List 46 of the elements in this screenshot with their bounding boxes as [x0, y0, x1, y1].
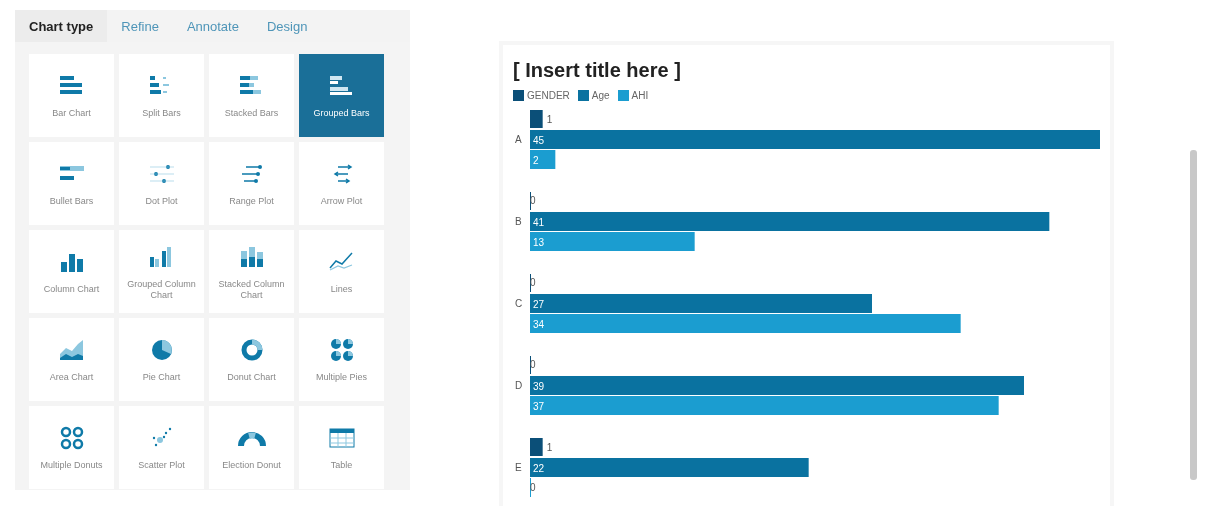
- legend-label: Age: [591, 90, 610, 101]
- value-label: 0: [530, 195, 536, 206]
- legend-label: GENDER: [527, 90, 570, 101]
- chart-type-tile[interactable]: Donut Chart: [209, 318, 294, 401]
- chart-type-tile[interactable]: Split Bars: [119, 54, 204, 137]
- value-label: 22: [533, 462, 545, 474]
- value-label: 1: [546, 114, 553, 125]
- category-label: E: [515, 462, 522, 473]
- chart-type-tile[interactable]: Area Chart: [29, 318, 114, 401]
- chart-type-tile[interactable]: Arrow Plot: [299, 142, 384, 225]
- chart-type-tile[interactable]: Multiple Pies: [299, 318, 384, 401]
- scrollbar[interactable]: [1190, 150, 1197, 480]
- value-label: 27: [533, 298, 545, 310]
- chart-type-tile[interactable]: Grouped Bars: [299, 54, 384, 137]
- chart-type-tile[interactable]: Table: [299, 406, 384, 489]
- legend-label: AHI: [631, 90, 649, 101]
- category-label: B: [515, 216, 522, 227]
- chart-type-tile[interactable]: Bullet Bars: [29, 142, 114, 225]
- value-label: 1: [546, 442, 553, 453]
- value-label: 2: [533, 154, 539, 166]
- chart-type-tile[interactable]: Stacked Bars: [209, 54, 294, 137]
- chart-title: [ Insert title here ]: [513, 59, 682, 82]
- value-label: 45: [533, 134, 545, 146]
- value-label: 34: [533, 318, 545, 330]
- value-label: 0: [530, 277, 536, 288]
- category-label: A: [515, 134, 522, 145]
- chart-type-tile[interactable]: Multiple Donuts: [29, 406, 114, 489]
- value-label: 13: [533, 236, 545, 248]
- value-label: 39: [533, 380, 545, 392]
- chart-type-tile[interactable]: Scatter Plot: [119, 406, 204, 489]
- value-label: 0: [530, 482, 536, 493]
- tab[interactable]: Chart type: [15, 10, 108, 42]
- chart-type-tile[interactable]: Pie Chart: [119, 318, 204, 401]
- value-label: 41: [533, 216, 545, 228]
- category-label: D: [515, 380, 523, 391]
- value-label: 37: [533, 400, 545, 412]
- chart-type-tile[interactable]: Bar Chart: [29, 54, 114, 137]
- chart-type-tile[interactable]: Dot Plot: [119, 142, 204, 225]
- value-label: 0: [530, 359, 536, 370]
- chart-type-tile[interactable]: Column Chart: [29, 230, 114, 313]
- chart-type-tile[interactable]: Election Donut: [209, 406, 294, 489]
- category-label: C: [515, 298, 523, 309]
- chart-type-tile[interactable]: Grouped Column Chart: [119, 230, 204, 313]
- chart-type-tile[interactable]: Stacked Column Chart: [209, 230, 294, 313]
- chart-type-tile[interactable]: Lines: [299, 230, 384, 313]
- chart-type-tile[interactable]: Range Plot: [209, 142, 294, 225]
